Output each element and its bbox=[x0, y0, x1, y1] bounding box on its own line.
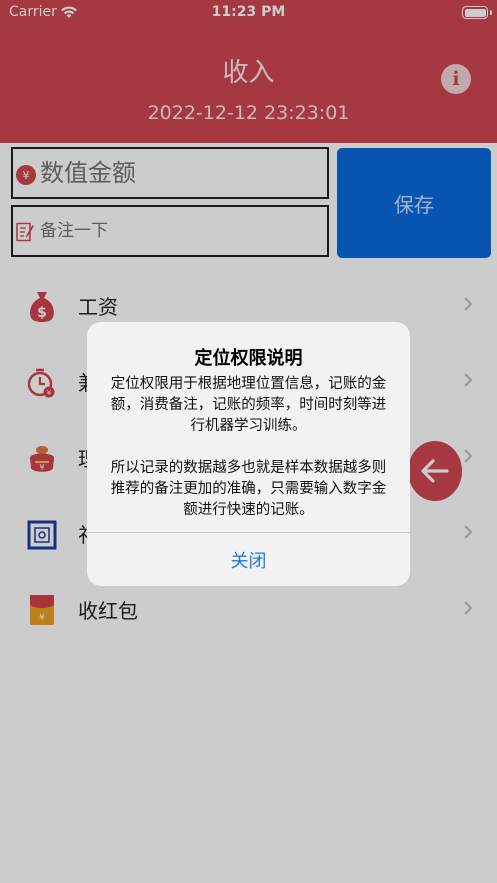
dialog-paragraph: 所以记录的数据越多也就是样本数据越多则推荐的备注更加的准确，只需要输入数字金额进… bbox=[110, 460, 387, 518]
close-button[interactable]: 关闭 bbox=[87, 533, 410, 586]
location-permission-dialog: 定位权限说明 定位权限用于根据地理位置信息，记账的金额，消费备注，记账的频率，时… bbox=[87, 322, 410, 586]
dialog-message: 定位权限用于根据地理位置信息，记账的金额，消费备注，记账的频率，时间时刻等进行机… bbox=[107, 374, 390, 521]
dialog-title: 定位权限说明 bbox=[194, 348, 303, 369]
dialog-paragraph: 定位权限用于根据地理位置信息，记账的金额，消费备注，记账的频率，时间时刻等进行机… bbox=[110, 376, 387, 434]
